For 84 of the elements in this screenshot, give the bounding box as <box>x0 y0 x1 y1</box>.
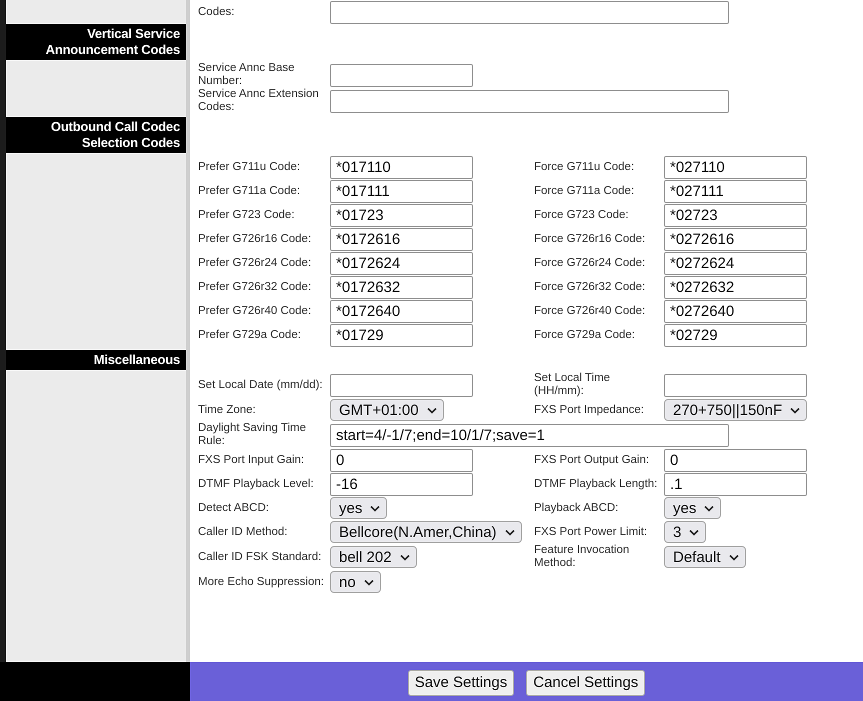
field-label: Force G729a Code: <box>534 328 636 342</box>
field-label: Caller ID FSK Standard: <box>198 550 322 564</box>
field-label: Service Annc Extension Codes: <box>198 88 320 114</box>
chevron-down-icon <box>504 528 515 536</box>
field-label: Prefer G723 Code: <box>198 208 296 222</box>
input-field[interactable]: *027110 <box>664 156 807 178</box>
field-label: DTMF Playback Length: <box>534 478 658 490</box>
field-label: Prefer G726r16 Code: <box>198 232 312 246</box>
dropdown[interactable]: Default <box>664 546 746 568</box>
input-field[interactable]: -16 <box>330 472 473 496</box>
field-label: Feature Invocation Method: <box>534 544 630 570</box>
input-field[interactable]: *0172640 <box>330 300 473 322</box>
input-field[interactable]: 0 <box>330 448 473 472</box>
field-label: FXS Port Impedance: <box>534 404 645 416</box>
field-label: More Echo Suppression: <box>198 576 325 588</box>
dropdown[interactable]: Bellcore(N.Amer,China) <box>330 521 522 543</box>
field-label: Codes: <box>198 6 236 18</box>
input-field[interactable]: *0272624 <box>664 252 807 274</box>
field-label: Service Annc Base Number: <box>198 62 296 88</box>
dropdown[interactable]: 3 <box>664 521 706 543</box>
dropdown[interactable]: no <box>330 571 381 593</box>
field-label: Force G726r40 Code: <box>534 304 646 318</box>
input-field[interactable]: start=4/-1/7;end=10/1/7;save=1 <box>330 424 729 446</box>
input-field[interactable] <box>664 374 807 396</box>
input-field[interactable]: *0272616 <box>664 228 807 250</box>
field-label: Detect ABCD: <box>198 502 270 514</box>
dropdown[interactable]: yes <box>664 497 722 519</box>
input-field[interactable]: *027111 <box>664 180 807 202</box>
chevron-down-icon <box>728 554 739 560</box>
chevron-down-icon <box>400 554 410 560</box>
settings-button[interactable]: Save Settings <box>408 670 514 696</box>
input-field[interactable]: *0272632 <box>664 276 807 298</box>
input-field[interactable]: .1 <box>664 472 807 496</box>
input-field[interactable]: *0272640 <box>664 300 807 322</box>
field-label: Prefer G726r32 Code: <box>198 280 312 294</box>
field-label: DTMF Playback Level: <box>198 478 315 490</box>
field-label: Force G726r32 Code: <box>534 280 646 294</box>
field-label: Force G726r24 Code: <box>534 256 646 270</box>
field-label: Force G711a Code: <box>534 184 636 198</box>
field-label: Daylight Saving Time Rule: <box>198 422 308 448</box>
section-header: Vertical Service Announcement Codes <box>6 24 186 60</box>
chevron-down-icon <box>704 504 714 512</box>
input-field[interactable]: *02729 <box>664 324 807 346</box>
field-label: Prefer G711u Code: <box>198 160 302 174</box>
field-label: Prefer G726r40 Code: <box>198 304 312 318</box>
input-field[interactable] <box>330 0 729 24</box>
field-label: Prefer G711a Code: <box>198 184 302 198</box>
input-field[interactable]: *017111 <box>330 180 473 202</box>
input-field[interactable]: *02723 <box>664 204 807 226</box>
field-label: Set Local Date (mm/dd): <box>198 378 324 392</box>
field-label: FXS Port Power Limit: <box>534 526 648 538</box>
field-label: FXS Port Output Gain: <box>534 454 650 466</box>
chevron-down-icon <box>370 504 380 512</box>
input-field[interactable]: *01723 <box>330 204 473 226</box>
field-label: Time Zone: <box>198 404 257 416</box>
input-field[interactable]: *01729 <box>330 324 473 346</box>
field-label: FXS Port Input Gain: <box>198 454 306 466</box>
chevron-down-icon <box>426 406 437 414</box>
field-label: Set Local Time (HH/mm): <box>534 372 612 398</box>
input-field[interactable] <box>330 90 729 112</box>
field-label: Prefer G729a Code: <box>198 328 302 342</box>
input-field[interactable]: 0 <box>664 448 807 472</box>
input-field[interactable]: *017110 <box>330 156 473 178</box>
field-label: Force G726r16 Code: <box>534 232 646 246</box>
field-label: Prefer G726r24 Code: <box>198 256 312 270</box>
input-field[interactable] <box>330 374 473 396</box>
field-label: Force G711u Code: <box>534 160 636 174</box>
field-label: Force G723 Code: <box>534 208 630 222</box>
input-field[interactable] <box>330 64 473 86</box>
settings-button[interactable]: Cancel Settings <box>526 670 646 696</box>
dropdown[interactable]: bell 202 <box>330 546 417 568</box>
section-header: Outbound Call Codec Selection Codes <box>6 117 186 153</box>
dropdown[interactable]: GMT+01:00 <box>330 399 444 421</box>
input-field[interactable]: *0172624 <box>330 252 473 274</box>
dropdown[interactable]: 270+750||150nF <box>664 399 808 421</box>
chevron-down-icon <box>689 528 700 536</box>
chevron-down-icon <box>364 578 374 586</box>
dropdown[interactable]: yes <box>330 497 388 519</box>
section-header: Miscellaneous <box>6 350 186 370</box>
field-label: Playback ABCD: <box>534 502 620 514</box>
input-field[interactable]: *0172616 <box>330 228 473 250</box>
field-label: Caller ID Method: <box>198 526 288 538</box>
chevron-down-icon <box>790 406 800 414</box>
input-field[interactable]: *0172632 <box>330 276 473 298</box>
